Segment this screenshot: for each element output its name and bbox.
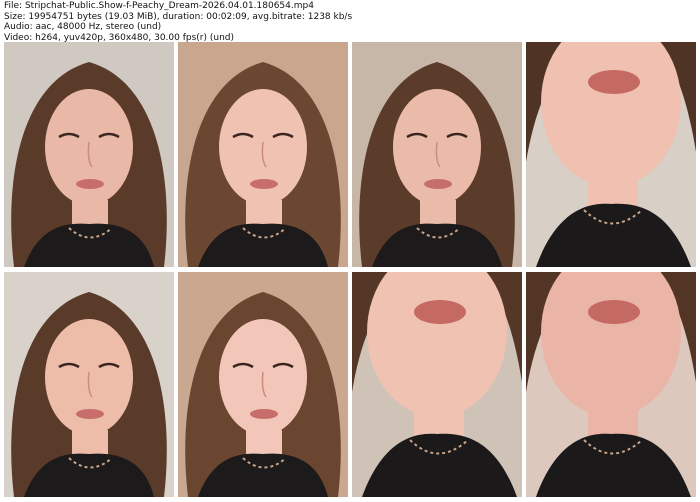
file-info: File: Stripchat-Public.Show-f-Peachy_Dre… xyxy=(4,1,694,43)
thumbnail-7 xyxy=(352,272,522,497)
frame-image xyxy=(4,272,174,497)
frame-image xyxy=(178,272,348,497)
thumbnail-2 xyxy=(178,42,348,267)
thumbnail-8 xyxy=(526,272,696,497)
thumbnail-3 xyxy=(352,42,522,267)
frame-image xyxy=(352,42,522,267)
audio-info-line: Audio: aac, 48000 Hz, stereo (und) xyxy=(4,22,162,32)
thumbnail-6 xyxy=(178,272,348,497)
frame-image xyxy=(178,42,348,267)
frame-image xyxy=(4,42,174,267)
frame-image xyxy=(526,42,696,267)
file-name-line: File: Stripchat-Public.Show-f-Peachy_Dre… xyxy=(4,1,314,11)
thumbnail-grid xyxy=(4,42,696,497)
thumbnail-1 xyxy=(4,42,174,267)
frame-image xyxy=(526,272,696,497)
thumbnail-5 xyxy=(4,272,174,497)
file-size-line: Size: 19954751 bytes (19.03 MiB), durati… xyxy=(4,11,353,22)
thumbnail-4 xyxy=(526,42,696,267)
frame-image xyxy=(352,272,522,497)
